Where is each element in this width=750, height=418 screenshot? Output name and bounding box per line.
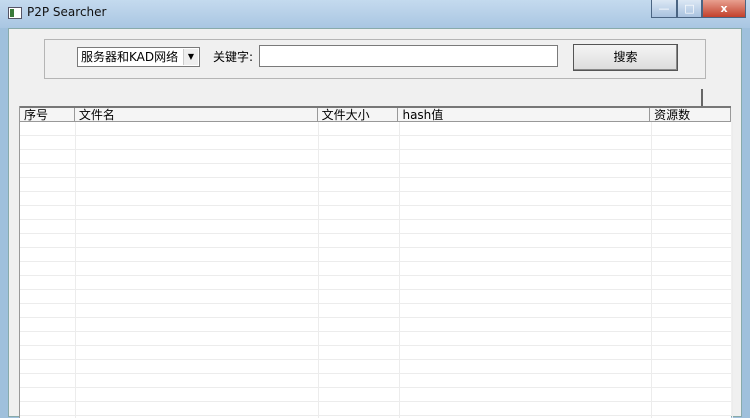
toolbar-strip [19, 89, 703, 106]
client-area: 服务器和KAD网络 ▼ 关键字: 搜索 序号 文件名 文件大小 hash值 资源… [8, 28, 742, 418]
column-header-filename[interactable]: 文件名 [75, 108, 318, 121]
table-header: 序号 文件名 文件大小 hash值 资源数 [20, 106, 731, 122]
results-table[interactable]: 序号 文件名 文件大小 hash值 资源数 [19, 106, 733, 418]
network-select[interactable]: 服务器和KAD网络 ▼ [77, 47, 200, 67]
chevron-down-icon[interactable]: ▼ [183, 49, 198, 65]
column-divider [399, 122, 400, 418]
minimize-button[interactable]: — [651, 0, 677, 18]
column-header-filesize[interactable]: 文件大小 [318, 108, 399, 121]
title-bar: P2P Searcher — □ x [0, 0, 750, 28]
keyword-input[interactable] [259, 45, 558, 67]
close-button[interactable]: x [702, 0, 746, 18]
column-divider [318, 122, 319, 418]
search-button[interactable]: 搜索 [573, 44, 678, 71]
network-select-value: 服务器和KAD网络 [81, 50, 179, 64]
search-group: 服务器和KAD网络 ▼ 关键字: 搜索 [44, 39, 706, 79]
window-title: P2P Searcher [27, 5, 107, 19]
column-header-hash[interactable]: hash值 [398, 108, 651, 121]
column-divider [732, 122, 733, 418]
maximize-button[interactable]: □ [677, 0, 702, 18]
keyword-label: 关键字: [213, 50, 254, 64]
app-icon [8, 7, 22, 19]
column-header-sources[interactable]: 资源数 [650, 108, 731, 121]
column-header-index[interactable]: 序号 [20, 108, 75, 121]
table-body[interactable] [20, 122, 733, 418]
column-divider [651, 122, 652, 418]
column-divider [75, 122, 76, 418]
